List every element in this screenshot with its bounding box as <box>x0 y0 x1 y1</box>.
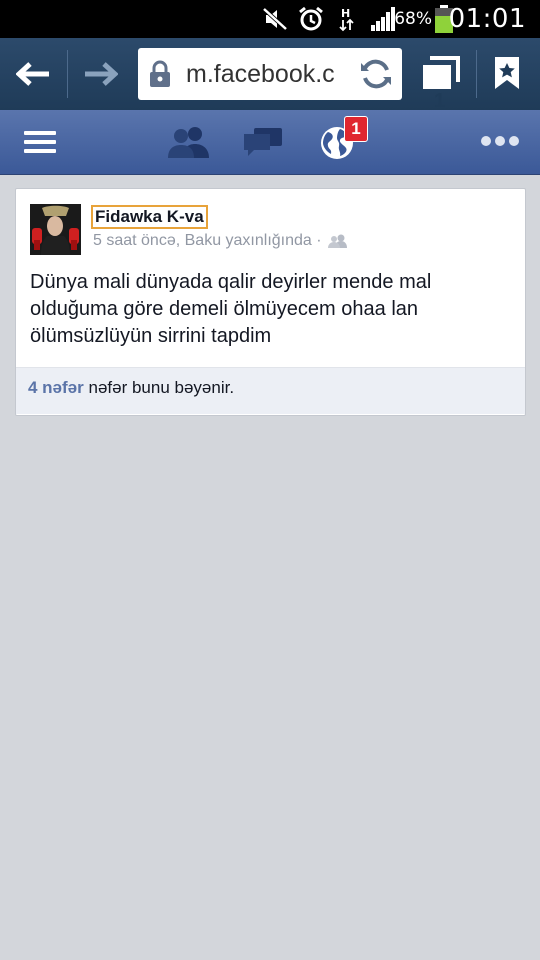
mute-icon <box>262 0 288 38</box>
friends-icon[interactable] <box>168 126 210 158</box>
hsdpa-icon: H <box>338 0 356 38</box>
lock-icon <box>148 60 172 88</box>
more-icon[interactable] <box>480 134 520 148</box>
alarm-icon <box>297 0 325 38</box>
signal-icon <box>370 0 396 38</box>
post-meta: 5 saat öncə, Baku yaxınlığında · <box>93 232 348 250</box>
forward-arrow-icon[interactable] <box>84 62 118 86</box>
clock: 01:01 <box>448 4 526 34</box>
battery-percent: 68% <box>394 9 432 29</box>
divider <box>67 50 68 98</box>
messages-icon[interactable] <box>244 128 282 158</box>
tabs-icon[interactable] <box>420 54 462 94</box>
likes-suffix: nəfər bunu bəyənir. <box>88 378 235 397</box>
menu-icon[interactable] <box>24 130 56 154</box>
divider <box>476 50 477 98</box>
status-bar: H 68% 01:01 <box>0 0 540 38</box>
avatar[interactable] <box>30 204 81 255</box>
browser-toolbar: m.facebook.c 1 <box>0 38 540 112</box>
post-timestamp-location: 5 saat öncə, Baku yaxınlığında · <box>93 232 322 249</box>
post-text: Dünya mali dünyada qalir deyirler mende … <box>30 271 432 347</box>
likes-summary[interactable]: 4 nəfər nəfər bunu bəyənir. <box>16 367 525 414</box>
friends-privacy-icon <box>328 234 348 248</box>
bookmark-icon[interactable] <box>494 56 520 90</box>
post-card: Fidawka K-va 5 saat öncə, Baku yaxınlığı… <box>15 188 526 416</box>
back-arrow-icon[interactable] <box>16 62 50 86</box>
url-text[interactable]: m.facebook.c <box>186 48 335 100</box>
svg-text:H: H <box>341 7 350 20</box>
notification-badge: 1 <box>344 116 368 142</box>
url-bar[interactable]: m.facebook.c <box>138 48 402 100</box>
refresh-icon[interactable] <box>354 56 398 92</box>
facebook-nav-bar: 1 <box>0 110 540 175</box>
likes-count[interactable]: 4 nəfər <box>28 378 84 397</box>
post-author[interactable]: Fidawka K-va <box>91 205 208 229</box>
